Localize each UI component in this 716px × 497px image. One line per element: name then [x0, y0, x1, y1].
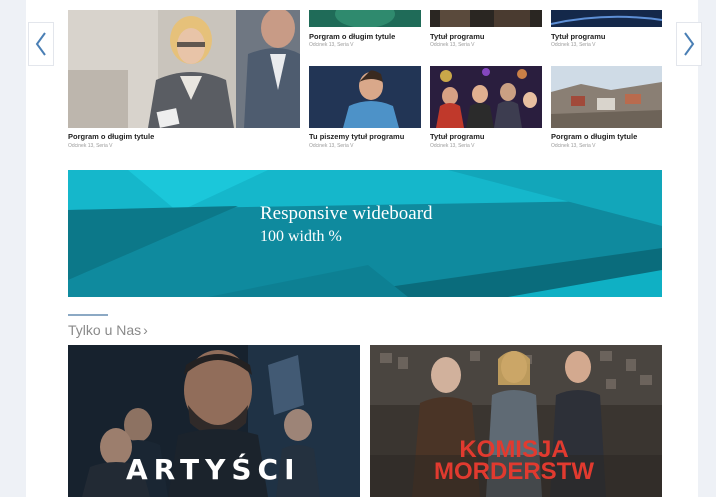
bottom-thumbnail-1-image: [309, 66, 421, 128]
bottom-title-2[interactable]: Tytuł programu: [430, 132, 484, 141]
poster-komisja-line2: MORDERSTW: [434, 458, 594, 485]
top-thumbnail-2-image: [430, 10, 542, 27]
poster-komisja-title: KOMISJA MORDERSTW: [414, 438, 614, 485]
bottom-title-1[interactable]: Tu piszemy tytuł programu: [309, 132, 404, 141]
carousel-prev-button[interactable]: [28, 22, 54, 66]
featured-image: [68, 10, 300, 128]
bottom-subtitle-3: Odcinek 13, Seria V: [551, 143, 596, 149]
top-thumbnail-1[interactable]: [309, 10, 421, 27]
bottom-thumbnail-3-image: [551, 66, 662, 128]
wideboard-background: [68, 170, 662, 297]
wideboard-subtitle: 100 width %: [260, 228, 342, 245]
chevron-right-icon: ›: [143, 322, 148, 338]
section-divider: [68, 314, 108, 316]
top-subtitle-3: Odcinek 13, Seria V: [551, 42, 596, 48]
featured-title[interactable]: Porgram o długim tytule: [68, 132, 154, 141]
bottom-subtitle-1: Odcinek 13, Seria V: [309, 143, 354, 149]
featured-thumbnail[interactable]: [68, 10, 300, 128]
bottom-thumbnail-2[interactable]: [430, 66, 542, 128]
top-thumbnail-2[interactable]: [430, 10, 542, 27]
featured-subtitle: Odcinek 13, Seria V: [68, 143, 113, 149]
top-thumbnail-3[interactable]: [551, 10, 662, 27]
chevron-right-icon: [684, 32, 695, 56]
poster-artysci-title: ARTYŚCI: [126, 453, 301, 486]
wideboard-banner[interactable]: Responsive wideboard 100 width %: [68, 170, 662, 297]
top-title-3[interactable]: Tytuł programu: [551, 32, 605, 41]
section-title-link[interactable]: Tylko u Nas ›: [68, 322, 148, 338]
poster-artysci[interactable]: ARTYŚCI: [68, 345, 360, 497]
section-title: Tylko u Nas: [68, 322, 142, 338]
top-thumbnail-3-image: [551, 10, 662, 27]
chevron-left-icon: [35, 32, 46, 56]
bottom-subtitle-2: Odcinek 13, Seria V: [430, 143, 475, 149]
carousel-next-button[interactable]: [676, 22, 702, 66]
top-thumbnail-1-image: [309, 10, 421, 27]
poster-komisja[interactable]: KOMISJA MORDERSTW: [370, 345, 662, 497]
bottom-thumbnail-1[interactable]: [309, 66, 421, 128]
bottom-thumbnail-3[interactable]: [551, 66, 662, 128]
wideboard-title: Responsive wideboard: [260, 203, 433, 224]
bottom-title-3[interactable]: Porgram o długim tytule: [551, 132, 637, 141]
bottom-thumbnail-2-image: [430, 66, 542, 128]
top-title-1[interactable]: Porgram o długim tytule: [309, 32, 395, 41]
top-title-2[interactable]: Tytuł programu: [430, 32, 484, 41]
top-subtitle-2: Odcinek 13, Seria V: [430, 42, 475, 48]
top-subtitle-1: Odcinek 13, Seria V: [309, 42, 354, 48]
